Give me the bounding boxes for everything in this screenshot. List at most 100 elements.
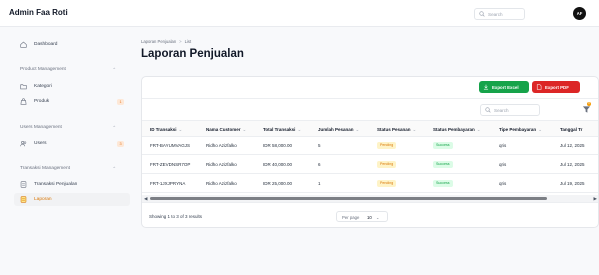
cell-qty: 6 — [318, 162, 321, 167]
chevron-down-icon: ⌄ — [178, 127, 183, 132]
count-badge: 3 — [117, 140, 124, 147]
cell-tipe: qris — [499, 181, 507, 186]
sidebar-group-transaksi[interactable]: Transaksi Management ⌃ — [20, 166, 116, 171]
breadcrumb-parent[interactable]: Laporan Penjualan — [141, 39, 176, 44]
sidebar-item-laporan[interactable]: Laporan — [14, 193, 130, 206]
search-icon — [479, 11, 485, 17]
column-header-tipe[interactable]: Tipe Pembayaran ⌄ — [499, 127, 542, 133]
column-header-total[interactable]: Total Transaksi ⌄ — [263, 127, 301, 133]
cell-tipe: qris — [499, 162, 507, 167]
table-row[interactable]: FRT-BAYUMVAGJS Ridho Azizfalko IDR 58,00… — [142, 137, 598, 155]
horizontal-scrollbar[interactable]: ◀ ▶ — [142, 195, 598, 202]
column-label: Tanggal Tr — [560, 127, 583, 132]
folder-icon — [20, 84, 27, 90]
sidebar-group-label: Transaksi Management — [20, 166, 70, 171]
status-badge: Success — [433, 142, 453, 149]
per-page-select[interactable]: Per page 10 ⌄ — [336, 211, 388, 222]
column-label: Status Pesanan — [377, 127, 411, 132]
cell-total: IDR 58,000.00 — [263, 143, 293, 148]
report-table-panel: Export Excel Export PDF Search 0 ID Tran… — [141, 76, 599, 228]
sidebar-group-users[interactable]: Users Management ⌃ — [20, 125, 116, 130]
table-header: ID Transaksi ⌄ Nama Customer ⌄ Total Trans… — [142, 120, 598, 137]
sidebar-item-label: Users — [34, 141, 47, 146]
chevron-down-icon: ⌄ — [297, 127, 302, 132]
cell-id: FRT-1JXJPRYNA — [150, 181, 186, 186]
per-page-value: 10 — [367, 215, 372, 220]
column-header-customer[interactable]: Nama Customer ⌄ — [206, 127, 246, 133]
users-icon — [20, 140, 27, 147]
breadcrumb-current: List — [184, 39, 192, 44]
avatar[interactable]: AF — [573, 7, 586, 20]
home-icon — [20, 41, 27, 48]
sidebar-group-product[interactable]: Product Management ⌃ — [20, 67, 116, 72]
page-title: Laporan Penjualan — [141, 48, 244, 60]
column-header-status-pembayaran[interactable]: Status Pembayaran ⌄ — [433, 127, 481, 133]
sidebar-item-label: Laporan — [34, 197, 52, 202]
cell-qty: 5 — [318, 143, 321, 148]
breadcrumb-separator: > — [179, 39, 182, 44]
chevron-down-icon: ⌄ — [242, 127, 247, 132]
global-search-input[interactable]: Search — [474, 8, 525, 20]
pagination-summary: Showing 1 to 3 of 3 results — [149, 214, 203, 219]
sidebar-item-dashboard[interactable]: Dashboard — [14, 38, 130, 51]
filter-icon[interactable] — [582, 105, 591, 114]
sidebar-item-kategori[interactable]: Kategori — [14, 80, 130, 93]
cell-tanggal: Jul 12, 2025 — [560, 143, 585, 148]
bag-icon — [20, 98, 27, 105]
table-search-input[interactable]: Search — [480, 104, 540, 116]
column-label: Total Transaksi — [263, 127, 296, 132]
status-badge: Pending — [377, 161, 397, 168]
chevron-down-icon: ⌄ — [376, 215, 380, 220]
scrollbar-thumb[interactable] — [150, 197, 547, 200]
column-header-status-pesanan[interactable]: Status Pesanan ⌄ — [377, 127, 416, 133]
cell-id: FRT-ZEVDNSR7OP — [150, 162, 191, 167]
document-icon — [20, 181, 27, 188]
search-placeholder: Search — [488, 12, 503, 18]
sidebar-item-label: Produk — [34, 99, 50, 104]
cell-tipe: qris — [499, 143, 507, 148]
cell-total: IDR 25,000.00 — [263, 181, 293, 186]
sidebar-item-label: Dashboard — [34, 42, 58, 47]
chevron-down-icon: ⌄ — [538, 127, 542, 132]
table-row[interactable]: FRT-ZEVDNSR7OP Ridho Azizfalko IDR 40,00… — [142, 156, 598, 174]
count-badge: 1 — [117, 98, 124, 105]
column-label: Jumlah Pesanan — [318, 127, 354, 132]
chevron-up-icon: ⌃ — [112, 166, 116, 171]
export-pdf-label: Export PDF — [545, 84, 569, 90]
search-icon — [485, 107, 491, 113]
divider — [142, 98, 598, 99]
column-header-id[interactable]: ID Transaksi ⌄ — [150, 127, 182, 133]
sidebar-item-users[interactable]: Users 3 — [14, 137, 130, 150]
scroll-right-icon[interactable]: ▶ — [594, 195, 597, 202]
export-excel-button[interactable]: Export Excel — [479, 81, 529, 93]
export-excel-label: Export Excel — [492, 84, 519, 90]
status-badge: Pending — [377, 142, 397, 149]
status-badge: Success — [433, 161, 453, 168]
search-placeholder: Search — [494, 108, 509, 114]
divider — [142, 202, 598, 203]
chevron-up-icon: ⌃ — [112, 67, 116, 72]
app-title[interactable]: Admin Faa Roti — [9, 8, 68, 17]
document-icon — [536, 84, 542, 90]
export-pdf-button[interactable]: Export PDF — [532, 81, 580, 93]
report-icon — [20, 196, 27, 203]
filter-count-badge: 0 — [587, 102, 591, 106]
sidebar-item-produk[interactable]: Produk 1 — [14, 95, 130, 108]
column-header-tanggal[interactable]: Tanggal Tr — [560, 127, 582, 132]
status-badge: Pending — [377, 180, 397, 187]
scroll-left-icon[interactable]: ◀ — [144, 195, 147, 202]
cell-qty: 1 — [318, 181, 321, 186]
chevron-down-icon: ⌄ — [412, 127, 417, 132]
status-badge: Success — [433, 180, 453, 187]
cell-customer: Ridho Azizfalko — [206, 162, 237, 167]
column-label: Tipe Pembayaran — [499, 127, 537, 132]
chevron-up-icon: ⌃ — [112, 125, 116, 130]
chevron-down-icon: ⌄ — [355, 127, 360, 132]
cell-id: FRT-BAYUMVAGJS — [150, 143, 191, 148]
column-label: Nama Customer — [206, 127, 241, 132]
table-row[interactable]: FRT-1JXJPRYNA Ridho Azizfalko IDR 25,000… — [142, 175, 598, 193]
chevron-down-icon: ⌄ — [476, 127, 481, 132]
column-header-jumlah[interactable]: Jumlah Pesanan ⌄ — [318, 127, 359, 133]
cell-total: IDR 40,000.00 — [263, 162, 293, 167]
sidebar-item-transaksi-penjualan[interactable]: Transaksi Penjualan — [14, 178, 130, 191]
